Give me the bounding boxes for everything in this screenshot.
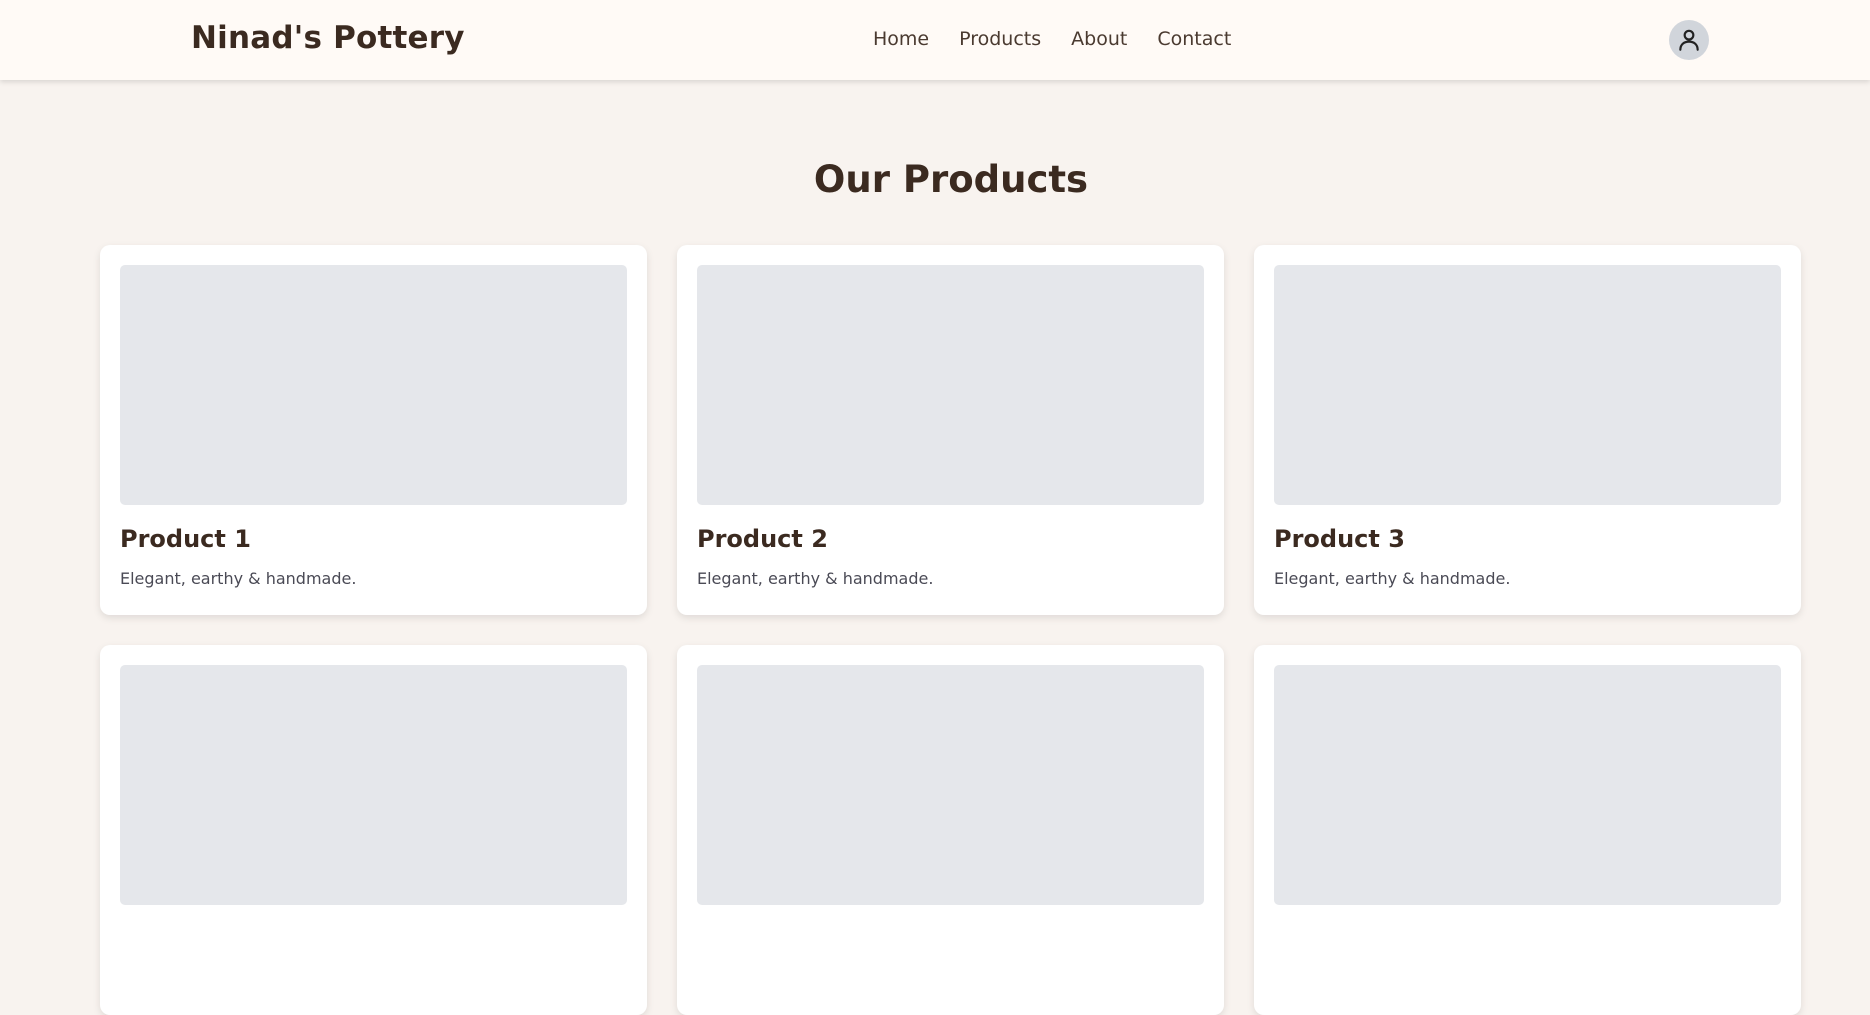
product-image-placeholder (1274, 265, 1781, 505)
page-title: Our Products (813, 158, 1089, 201)
nav-link-home[interactable]: Home (873, 28, 929, 50)
product-description: Elegant, earthy & handmade. (697, 569, 934, 588)
product-description: Elegant, earthy & handmade. (120, 569, 357, 588)
product-card[interactable]: Product 3 Elegant, earthy & handmade. (1254, 245, 1801, 615)
product-image-placeholder (120, 265, 627, 505)
site-header: Ninad's Pottery Home Products About Cont… (0, 0, 1870, 80)
product-description: Elegant, earthy & handmade. (1274, 569, 1511, 588)
product-image-placeholder (697, 265, 1204, 505)
product-card[interactable] (100, 645, 647, 1015)
product-image-placeholder (120, 665, 627, 905)
product-title: Product 3 (1274, 525, 1405, 553)
product-title: Product 1 (120, 525, 251, 553)
main-nav: Home Products About Contact (873, 28, 1231, 50)
product-card[interactable] (677, 645, 1224, 1015)
product-title: Product 2 (697, 525, 828, 553)
product-card[interactable]: Product 2 Elegant, earthy & handmade. (677, 245, 1224, 615)
nav-link-products[interactable]: Products (959, 28, 1041, 50)
nav-link-about[interactable]: About (1071, 28, 1127, 50)
product-card[interactable]: Product 1 Elegant, earthy & handmade. (100, 245, 647, 615)
product-image-placeholder (697, 665, 1204, 905)
user-avatar-button[interactable] (1669, 20, 1709, 60)
product-card[interactable] (1254, 645, 1801, 1015)
nav-link-contact[interactable]: Contact (1157, 28, 1231, 50)
user-icon (1679, 29, 1699, 51)
product-image-placeholder (1274, 665, 1781, 905)
brand-logo-text[interactable]: Ninad's Pottery (191, 20, 465, 56)
